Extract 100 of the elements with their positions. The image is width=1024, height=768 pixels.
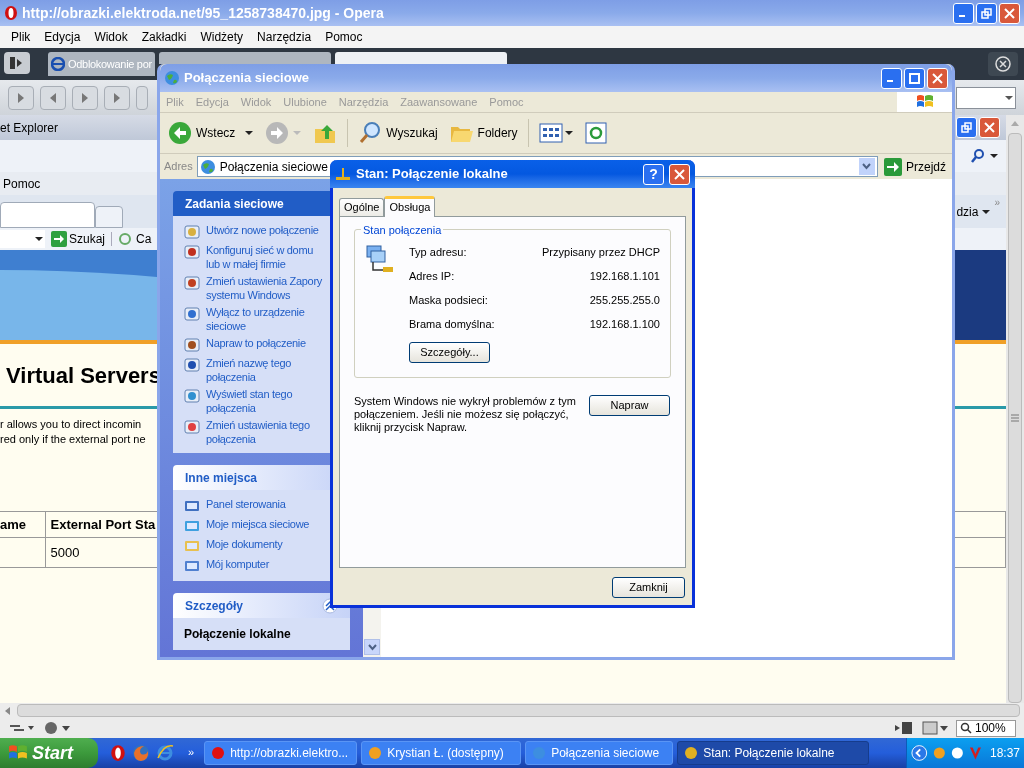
restore-button[interactable] <box>976 2 997 24</box>
sync-icon[interactable] <box>8 722 36 734</box>
go-button[interactable]: Przejdź <box>882 157 948 176</box>
menu-item[interactable]: Widok <box>87 28 135 46</box>
ie-icon[interactable] <box>156 744 174 762</box>
taskbar-item[interactable]: Krystian Ł. (dostępny) <box>361 741 522 765</box>
chevron-left-icon[interactable] <box>911 744 928 762</box>
help-button[interactable]: ? <box>643 163 664 185</box>
taskbar-label: Krystian Ł. (dostępny) <box>387 745 504 762</box>
chevron-down-icon <box>862 163 872 170</box>
panel-toggle-button[interactable] <box>4 52 30 74</box>
scroll-down-button[interactable] <box>364 639 380 655</box>
navigation-button[interactable] <box>104 85 130 110</box>
zoom-field[interactable]: 100% <box>956 719 1016 737</box>
search-button[interactable]: Wyszukaj <box>358 121 438 145</box>
navigation-button[interactable] <box>40 85 66 110</box>
search-dropdown[interactable] <box>0 230 45 248</box>
image-icon[interactable] <box>922 721 948 735</box>
views-button[interactable] <box>538 123 573 143</box>
address-field[interactable] <box>956 86 1016 109</box>
ie-tab[interactable] <box>0 202 95 228</box>
caret-icon[interactable] <box>990 152 998 160</box>
task-link[interactable]: Mój komputer <box>206 557 270 571</box>
refresh-icon[interactable] <box>584 122 607 144</box>
caret-icon <box>1005 93 1013 102</box>
taskbar-label: Połączenia sieciowe <box>551 745 660 762</box>
task-link[interactable]: Utwórz nowe połączenie <box>206 223 319 237</box>
task-link[interactable]: Wyłącz to urządzenie sieciowe <box>206 305 328 333</box>
speed-dial-icon[interactable] <box>44 721 72 735</box>
close-button[interactable] <box>979 117 1000 138</box>
close-button[interactable] <box>999 2 1020 24</box>
menu-item[interactable]: Zakładki <box>134 28 194 46</box>
repair-button[interactable]: Napraw <box>589 395 670 416</box>
scroll-left-icon[interactable] <box>3 705 13 716</box>
caret-icon <box>982 207 991 216</box>
window-title: Połączenia sieciowe <box>184 69 309 88</box>
scroll-thumb[interactable] <box>1008 133 1022 703</box>
taskbar-item[interactable]: Połączenia sieciowe <box>525 741 674 765</box>
close-button[interactable] <box>669 163 690 185</box>
menu-item[interactable]: Plik <box>4 28 38 46</box>
dialog-tab[interactable]: Ogólne <box>339 198 385 216</box>
menu-item[interactable]: dzia <box>956 202 979 221</box>
firefox-icon[interactable] <box>132 744 150 762</box>
task-link[interactable]: Zmień nazwę tego połączenia <box>206 356 328 384</box>
minimize-button[interactable] <box>881 67 902 89</box>
details-button[interactable]: Szczegóły... <box>409 342 490 363</box>
minimize-button[interactable] <box>953 2 974 24</box>
menu-item[interactable]: Pomoc <box>318 28 370 46</box>
forward-button[interactable] <box>265 121 302 145</box>
menu-item[interactable]: Pomoc <box>0 174 41 193</box>
taskbar-item[interactable]: Stan: Połączenie lokalne <box>677 741 870 765</box>
task-icon <box>184 388 200 404</box>
dialog-tab[interactable]: Obsługa <box>384 196 436 217</box>
toolbar-button[interactable]: Ca <box>118 230 152 248</box>
search-button[interactable]: Szukaj <box>51 230 106 248</box>
start-button[interactable]: Start <box>0 738 98 768</box>
column-header: ame <box>0 511 45 538</box>
closed-tabs-button[interactable] <box>988 52 1018 76</box>
field-value: 192.168.1.100 <box>589 317 660 332</box>
task-link[interactable]: Konfiguruj sieć w domu lub w małej firmie <box>206 243 328 271</box>
back-button[interactable]: Wstecz <box>168 121 254 145</box>
restore-button[interactable] <box>956 117 977 138</box>
more-button[interactable]: » <box>188 744 195 761</box>
maximize-button[interactable] <box>904 67 925 89</box>
dropdown-button[interactable] <box>859 158 875 175</box>
taskbar-item[interactable]: http://obrazki.elektro... <box>204 741 358 765</box>
task-icon <box>184 306 200 322</box>
page-icon[interactable] <box>894 721 914 735</box>
tray-icon[interactable] <box>969 745 982 761</box>
task-link[interactable]: Panel sterowania <box>206 497 286 511</box>
address-value: Połączenia sieciowe <box>219 158 328 176</box>
caret-icon <box>35 235 43 243</box>
task-link[interactable]: Wyświetl stan tego połączenia <box>206 387 328 415</box>
app-icon <box>684 746 699 760</box>
task-link[interactable]: Napraw to połączenie <box>206 336 306 350</box>
menu-item[interactable]: Edycja <box>37 28 88 46</box>
navigation-button[interactable] <box>72 85 98 110</box>
task-link[interactable]: Moje miejsca sieciowe <box>206 517 310 531</box>
maximize-icon <box>909 72 920 84</box>
folders-button[interactable]: Foldery <box>449 122 518 144</box>
ie-tab[interactable] <box>95 206 123 228</box>
panel-header[interactable]: Szczegóły <box>173 593 350 618</box>
opera-icon[interactable] <box>110 744 126 762</box>
task-link[interactable]: Zmień ustawienia tego połączenia <box>206 418 328 446</box>
detail-title: Połączenie lokalne <box>184 626 292 643</box>
navigation-button[interactable] <box>8 85 34 110</box>
menu-item[interactable]: Narzędzia <box>250 28 319 46</box>
more-button[interactable]: » <box>994 195 1000 210</box>
close-button[interactable] <box>927 67 948 89</box>
task-link[interactable]: Zmień ustawienia Zapory systemu Windows <box>206 274 328 302</box>
tray-icon[interactable] <box>950 745 966 761</box>
menu-item[interactable]: Widżety <box>193 28 251 46</box>
close-dialog-button[interactable]: Zamknij <box>612 577 685 598</box>
tab-label: Odblokowanie por <box>68 56 152 72</box>
place-icon <box>184 558 200 574</box>
scroll-thumb[interactable] <box>17 704 1020 717</box>
task-link[interactable]: Moje dokumenty <box>206 537 283 551</box>
close-icon <box>1004 7 1015 19</box>
panel-icon <box>10 57 24 69</box>
search-icon[interactable] <box>970 148 986 164</box>
